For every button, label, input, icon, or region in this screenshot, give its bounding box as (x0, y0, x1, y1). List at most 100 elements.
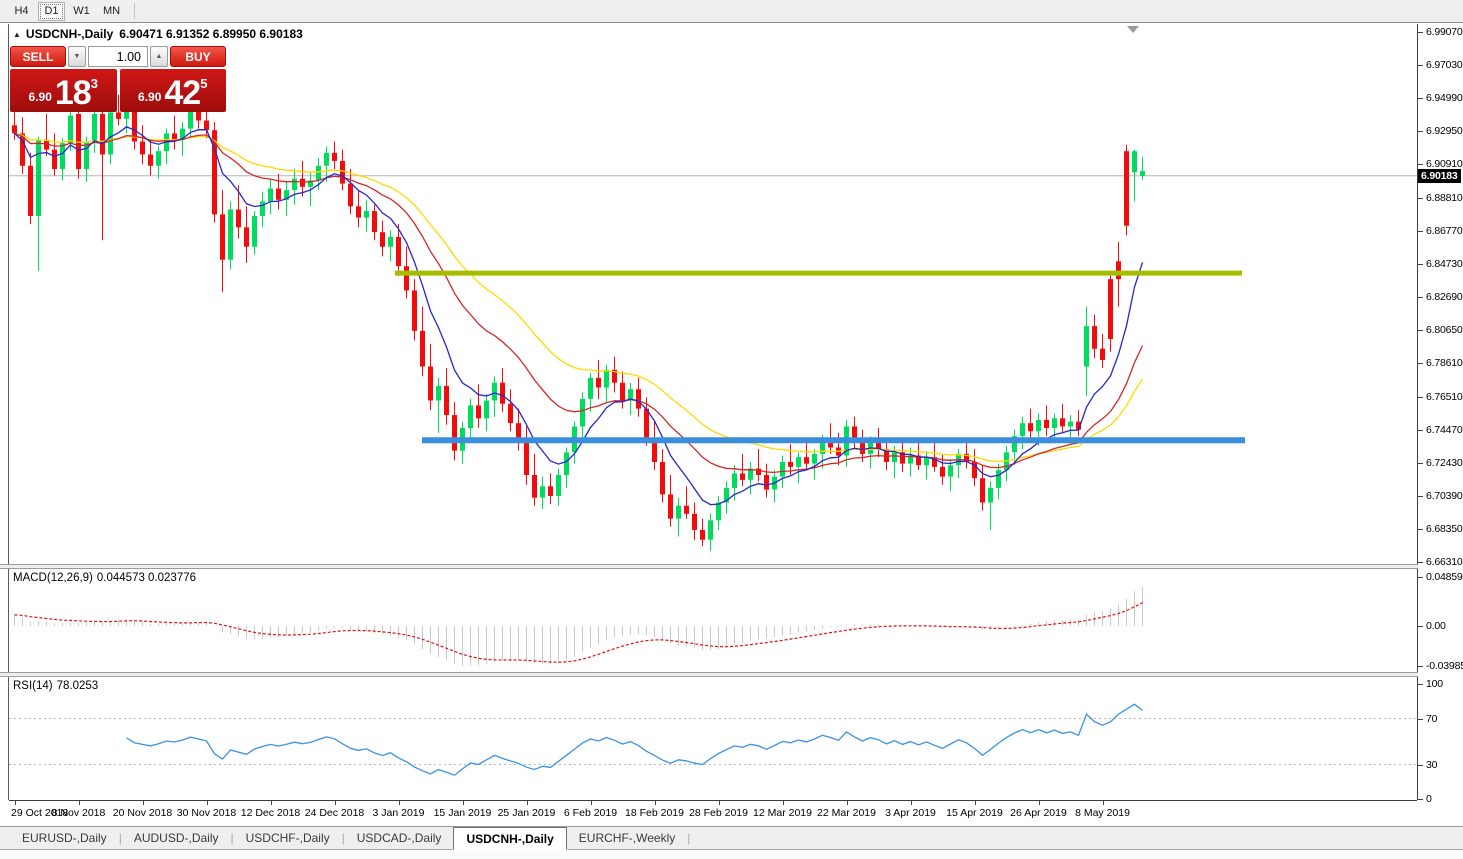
time-tick-label: 18 Feb 2019 (625, 807, 684, 819)
time-tick (527, 801, 528, 805)
time-tick (271, 801, 272, 805)
sell-price-prefix: 6.90 (29, 90, 52, 104)
time-tick (847, 801, 848, 805)
time-tick (911, 801, 912, 805)
sell-price-pip: 3 (91, 76, 98, 91)
time-tick (463, 801, 464, 805)
macd-indicator-name: MACD(12,26,9) (13, 572, 93, 584)
buy-price-prefix: 6.90 (138, 90, 161, 104)
time-tick (1103, 801, 1104, 805)
price-tick-label: 6.70390 (1418, 489, 1463, 503)
macd-label: MACD(12,26,9)0.044573 0.023776 (13, 572, 196, 584)
time-tick (207, 801, 208, 805)
time-axis[interactable]: 29 Oct 20188 Nov 201820 Nov 201830 Nov 2… (9, 800, 1417, 826)
toolbar-separator (134, 3, 135, 19)
price-tick-label: 6.80650 (1418, 323, 1463, 337)
rsi-tick-label: 30 (1418, 758, 1437, 772)
timeframe-d1-button[interactable]: D1 (38, 2, 65, 21)
time-tick (783, 801, 784, 805)
time-tick (143, 801, 144, 805)
time-tick-label: 12 Dec 2018 (241, 807, 301, 819)
tab-usdcad-daily[interactable]: USDCAD-,Daily (345, 827, 454, 849)
timeframe-mn-button[interactable]: MN (98, 2, 125, 21)
buy-button[interactable]: BUY (170, 46, 226, 67)
rsi-chart[interactable] (9, 677, 1417, 800)
price-tick-label: 6.68350 (1418, 522, 1463, 536)
time-tick-label: 25 Jan 2019 (498, 807, 556, 819)
background-window-strip (0, 849, 1463, 859)
price-tick-label: 6.78610 (1418, 356, 1463, 370)
price-tick-label: 6.92950 (1418, 124, 1463, 138)
time-tick-label: 24 Dec 2018 (305, 807, 365, 819)
chart-ohlc-values: 6.90471 6.91352 6.89950 6.90183 (119, 27, 303, 41)
price-tick-label: 6.76510 (1418, 390, 1463, 404)
time-tick-label: 15 Apr 2019 (946, 807, 1003, 819)
price-tick-label: 6.74470 (1418, 423, 1463, 437)
time-tick (719, 801, 720, 805)
time-tick-label: 22 Mar 2019 (817, 807, 876, 819)
price-tick-label: 6.82690 (1418, 290, 1463, 304)
price-tick-label: 6.66310 (1418, 555, 1463, 569)
time-tick (655, 801, 656, 805)
rsi-tick-label: 100 (1418, 677, 1443, 691)
price-tick-label: 6.99070 (1418, 25, 1463, 39)
price-tick-label: 6.94990 (1418, 91, 1463, 105)
price-tick-label: 6.86770 (1418, 224, 1463, 238)
timeframe-w1-button[interactable]: W1 (68, 2, 95, 21)
macd-tick-label: 0.00 (1418, 619, 1446, 633)
macd-tick-label: -0.039856 (1418, 659, 1463, 673)
current-price-badge: 6.90183 (1418, 169, 1461, 183)
sell-button[interactable]: SELL (10, 46, 66, 67)
tab-eurchf-weekly[interactable]: EURCHF-,Weekly (567, 827, 687, 849)
rsi-indicator-name: RSI(14) (13, 680, 53, 692)
time-tick-label: 3 Jan 2019 (373, 807, 425, 819)
price-tick-label: 6.97030 (1418, 58, 1463, 72)
rsi-indicator-value: 78.0253 (57, 680, 99, 692)
time-tick (335, 801, 336, 805)
macd-chart[interactable] (9, 569, 1417, 672)
macd-tick-label: 0.048594 (1418, 570, 1463, 584)
sell-price-display[interactable]: 6.90 18 3 (10, 69, 117, 112)
price-tick-label: 6.88810 (1418, 191, 1463, 205)
chevron-down-icon: ▼ (74, 53, 81, 60)
price-axis[interactable]: 6.990706.970306.949906.929506.909106.888… (1418, 24, 1463, 800)
tab-eurusd-daily[interactable]: EURUSD-,Daily (10, 827, 119, 849)
time-tick-label: 26 Apr 2019 (1010, 807, 1067, 819)
tab-separator: | (687, 831, 690, 845)
tab-audusd-daily[interactable]: AUDUSD-,Daily (122, 827, 231, 849)
timeframe-h4-button[interactable]: H4 (8, 2, 35, 21)
time-tick (79, 801, 80, 805)
time-tick-label: 15 Jan 2019 (434, 807, 492, 819)
time-tick-label: 20 Nov 2018 (113, 807, 173, 819)
trading-terminal: H4 D1 W1 MN ▲USDCNH-,Daily6.90471 6.9135… (0, 0, 1463, 859)
buy-price-display[interactable]: 6.90 42 5 (120, 69, 227, 112)
rsi-tick-label: 0 (1418, 792, 1432, 806)
time-tick-label: 28 Feb 2019 (689, 807, 748, 819)
time-tick (591, 801, 592, 805)
buy-price-big: 42 (164, 78, 200, 109)
time-tick (1039, 801, 1040, 805)
tab-usdcnh-daily[interactable]: USDCNH-,Daily (453, 827, 566, 850)
chart-title: ▲USDCNH-,Daily6.90471 6.91352 6.89950 6.… (13, 27, 303, 41)
time-tick-label: 8 May 2019 (1075, 807, 1130, 819)
time-tick (975, 801, 976, 805)
timeframe-toolbar: H4 D1 W1 MN (0, 0, 1463, 23)
chevron-up-icon: ▲ (156, 53, 163, 60)
volume-decrease-button[interactable]: ▼ (68, 46, 86, 67)
time-tick-label: 3 Apr 2019 (885, 807, 936, 819)
trade-panel-collapse-icon[interactable]: ▲ (13, 30, 21, 39)
time-tick-label: 30 Nov 2018 (177, 807, 237, 819)
volume-increase-button[interactable]: ▲ (150, 46, 168, 67)
rsi-label: RSI(14) 78.0253 (13, 680, 98, 692)
tab-usdchf-daily[interactable]: USDCHF-,Daily (234, 827, 342, 849)
chart-tab-bar: EURUSD-,Daily | AUDUSD-,Daily | USDCHF-,… (0, 826, 1463, 849)
time-tick (399, 801, 400, 805)
one-click-trading-panel: SELL ▼ ▲ BUY 6.90 18 3 6.90 42 5 (10, 46, 226, 112)
price-tick-label: 6.72430 (1418, 456, 1463, 470)
time-tick-label: 6 Feb 2019 (564, 807, 617, 819)
volume-input[interactable] (88, 46, 148, 67)
time-tick-label: 12 Mar 2019 (753, 807, 812, 819)
sell-price-big: 18 (55, 78, 91, 109)
time-tick-label: 8 Nov 2018 (52, 807, 106, 819)
buy-price-pip: 5 (200, 76, 207, 91)
